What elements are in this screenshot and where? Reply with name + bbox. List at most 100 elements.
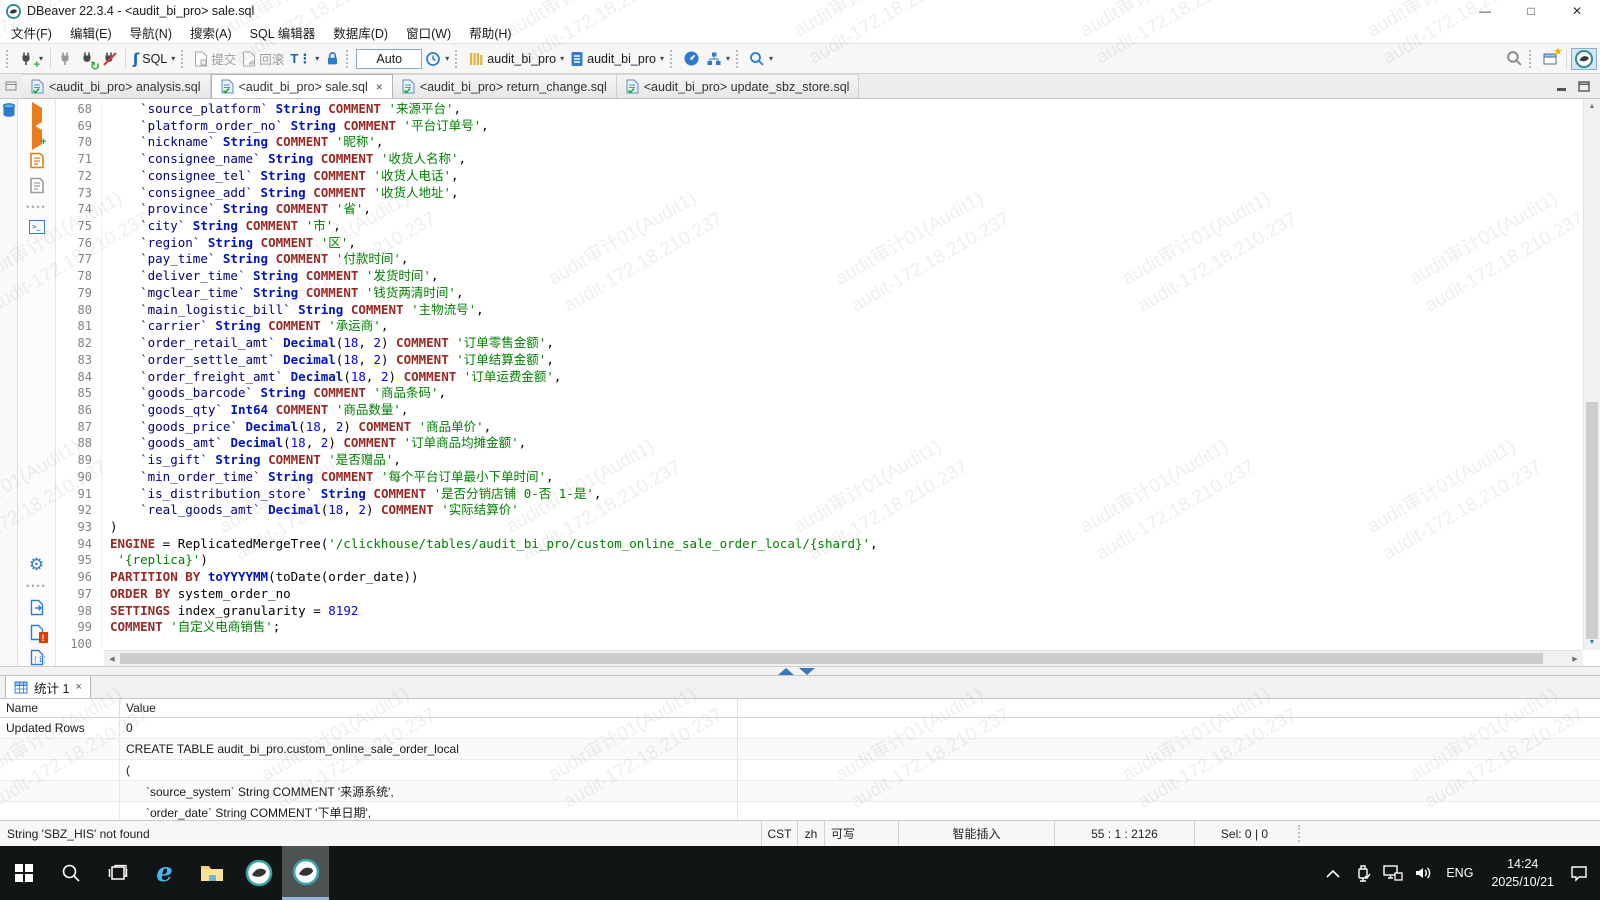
horizontal-scrollbar[interactable]: ◀ ▶ xyxy=(104,650,1583,666)
code-line-79[interactable]: 79 `mgclear_time` String COMMENT '钱货两清时间… xyxy=(56,285,1583,302)
code-line-92[interactable]: 92 `real_goods_amt` Decimal(18, 2) COMME… xyxy=(56,502,1583,519)
tray-language-indicator[interactable]: ENG xyxy=(1440,866,1479,880)
status-caret-position[interactable]: 55 : 1 : 2126 xyxy=(1054,821,1194,846)
maximize-window-button[interactable]: □ xyxy=(1508,0,1554,22)
code-line-74[interactable]: 74 `province` String COMMENT '省', xyxy=(56,201,1583,218)
splitter-collapse-up-icon[interactable] xyxy=(778,668,794,675)
code-line-98[interactable]: 98SETTINGS index_granularity = 8192 xyxy=(56,603,1583,620)
code-line-71[interactable]: 71 `consignee_name` String COMMENT '收货人名… xyxy=(56,151,1583,168)
start-button[interactable] xyxy=(0,846,47,900)
quick-search-button[interactable] xyxy=(1503,47,1526,71)
editor-tab-1[interactable]: <audit_bi_pro> sale.sql× xyxy=(211,74,393,98)
new-connection-button[interactable]: + ▾ xyxy=(16,47,46,71)
dbeaver-taskbar-icon[interactable] xyxy=(235,846,282,900)
code-line-78[interactable]: 78 `deliver_time` String COMMENT '发货时间', xyxy=(56,268,1583,285)
code-line-85[interactable]: 85 `goods_barcode` String COMMENT '商品条码'… xyxy=(56,385,1583,402)
code-line-90[interactable]: 90 `min_order_time` String COMMENT '每个平台… xyxy=(56,469,1583,486)
scroll-right-icon[interactable]: ▶ xyxy=(1567,651,1583,666)
file-braces-button[interactable]: (i) xyxy=(29,649,45,666)
vertical-scroll-thumb[interactable] xyxy=(1586,402,1598,639)
lock-button[interactable] xyxy=(322,47,343,71)
code-line-82[interactable]: 82 `order_retail_amt` Decimal(18, 2) COM… xyxy=(56,335,1583,352)
connect-button[interactable] xyxy=(55,47,77,71)
settings-gear-icon[interactable]: ⚙ xyxy=(29,556,44,573)
code-line-88[interactable]: 88 `goods_amt` Decimal(18, 2) COMMENT '订… xyxy=(56,435,1583,452)
vertical-scrollbar[interactable]: ▲ ▼ xyxy=(1583,99,1600,650)
export-file-button[interactable] xyxy=(29,599,45,616)
horizontal-scroll-thumb[interactable] xyxy=(120,653,1543,664)
result-row-1[interactable]: CREATE TABLE audit_bi_pro.custom_online_… xyxy=(0,739,1600,760)
code-line-72[interactable]: 72 `consignee_tel` String COMMENT '收货人电话… xyxy=(56,168,1583,185)
code-line-89[interactable]: 89 `is_gift` String COMMENT '是否赠品', xyxy=(56,452,1583,469)
search-button[interactable]: ▾ xyxy=(746,47,776,71)
close-icon[interactable]: × xyxy=(75,681,81,693)
database-navigator-icon[interactable] xyxy=(2,103,16,118)
code-line-80[interactable]: 80 `main_logistic_bill` String COMMENT '… xyxy=(56,302,1583,319)
result-row-3[interactable]: `source_system` String COMMENT '来源系统', xyxy=(0,781,1600,802)
topology-button[interactable]: ▾ xyxy=(703,47,733,71)
maximize-view-icon[interactable] xyxy=(1578,81,1590,92)
code-line-94[interactable]: 94ENGINE = ReplicatedMergeTree('/clickho… xyxy=(56,536,1583,553)
internet-explorer-icon[interactable]: e xyxy=(141,846,188,900)
taskbar-search-icon[interactable] xyxy=(47,846,94,900)
splitter-collapse-down-icon[interactable] xyxy=(799,668,815,675)
transaction-mode-button[interactable]: T⋮ ▾ xyxy=(287,47,322,71)
code-line-73[interactable]: 73 `consignee_add` String COMMENT '收货人地址… xyxy=(56,185,1583,202)
rollback-button[interactable]: 回滚 xyxy=(239,47,287,71)
dbeaver-taskbar-icon-active[interactable] xyxy=(282,846,329,900)
code-line-96[interactable]: 96PARTITION BY toYYYYMM(toDate(order_dat… xyxy=(56,569,1583,586)
volume-tray-icon[interactable] xyxy=(1410,865,1436,881)
disconnect-button[interactable] xyxy=(99,47,121,71)
result-row-2[interactable]: ( xyxy=(0,760,1600,781)
table-header[interactable]: Name Value xyxy=(0,699,1600,718)
tray-chevron-up-icon[interactable] xyxy=(1320,869,1346,878)
menu-item-0[interactable]: 文件(F) xyxy=(2,21,61,44)
menu-item-4[interactable]: SQL 编辑器 xyxy=(241,21,325,44)
commit-button[interactable]: 提交 xyxy=(191,47,239,71)
file-error-button[interactable]: ! xyxy=(29,624,45,641)
code-line-83[interactable]: 83 `order_settle_amt` Decimal(18, 2) COM… xyxy=(56,352,1583,369)
transaction-log-button[interactable]: ▾ xyxy=(422,47,452,71)
code-line-100[interactable]: 100 xyxy=(56,636,1583,650)
network-tray-icon[interactable] xyxy=(1380,865,1406,881)
dbeaver-perspective-button[interactable] xyxy=(1571,48,1597,70)
restore-navigator-icon[interactable] xyxy=(0,74,22,98)
minimize-view-icon[interactable] xyxy=(1556,81,1568,92)
schema-selector[interactable]: audit_bi_pro ▾ xyxy=(567,47,667,71)
sql-editor-button[interactable]: ʃ SQL ▾ xyxy=(130,47,178,71)
execute-script-button[interactable] xyxy=(29,152,45,169)
execute-new-tab-button[interactable]: + xyxy=(32,130,42,144)
close-window-button[interactable]: ✕ xyxy=(1554,0,1600,22)
editor-tab-0[interactable]: <audit_bi_pro> analysis.sql xyxy=(22,74,211,98)
notification-center-icon[interactable] xyxy=(1566,865,1592,882)
menu-item-5[interactable]: 数据库(D) xyxy=(324,21,397,44)
usb-tray-icon[interactable] xyxy=(1350,864,1376,882)
code-line-75[interactable]: 75 `city` String COMMENT '市', xyxy=(56,218,1583,235)
code-line-86[interactable]: 86 `goods_qty` Int64 COMMENT '商品数量', xyxy=(56,402,1583,419)
code-line-91[interactable]: 91 `is_distribution_store` String COMMEN… xyxy=(56,486,1583,503)
code-line-93[interactable]: 93) xyxy=(56,519,1583,536)
open-perspective-button[interactable]: ★ xyxy=(1539,47,1562,71)
code-line-99[interactable]: 99COMMENT '自定义电商销售'; xyxy=(56,619,1583,636)
reconnect-button[interactable]: ↻ xyxy=(77,47,99,71)
code-line-87[interactable]: 87 `goods_price` Decimal(18, 2) COMMENT … xyxy=(56,419,1583,436)
minimize-window-button[interactable]: — xyxy=(1462,0,1508,22)
code-line-95[interactable]: 95 '{replica}') xyxy=(56,552,1583,569)
connection-selector[interactable]: audit_bi_pro ▾ xyxy=(465,47,567,71)
code-line-84[interactable]: 84 `order_freight_amt` Decimal(18, 2) CO… xyxy=(56,369,1583,386)
code-line-76[interactable]: 76 `region` String COMMENT '区', xyxy=(56,235,1583,252)
menu-item-7[interactable]: 帮助(H) xyxy=(460,21,520,44)
panel-splitter[interactable] xyxy=(0,666,1600,676)
execute-statement-button[interactable] xyxy=(32,108,42,122)
open-console-button[interactable]: >_ xyxy=(29,220,45,234)
dashboard-button[interactable] xyxy=(680,47,703,71)
code-line-68[interactable]: 68 `source_platform` String COMMENT '来源平… xyxy=(56,101,1583,118)
result-row-0[interactable]: Updated Rows0 xyxy=(0,718,1600,739)
task-view-icon[interactable] xyxy=(94,846,141,900)
tab-statistics[interactable]: 统计 1 × xyxy=(5,676,91,698)
editor-tab-3[interactable]: <audit_bi_pro> update_sbz_store.sql xyxy=(617,74,860,98)
menu-item-1[interactable]: 编辑(E) xyxy=(61,21,121,44)
menu-item-6[interactable]: 窗口(W) xyxy=(397,21,460,44)
code-line-81[interactable]: 81 `carrier` String COMMENT '承运商', xyxy=(56,318,1583,335)
menu-item-3[interactable]: 搜索(A) xyxy=(181,21,241,44)
